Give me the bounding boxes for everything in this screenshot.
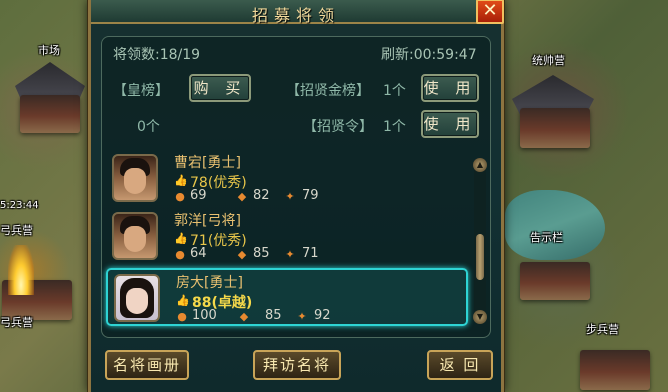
map-label-shield-camp[interactable]: 步兵营: [586, 321, 619, 337]
hero-stat-intellect: 85: [253, 246, 270, 261]
hero-card-selected[interactable]: 房大[勇士] 👍 88(卓越) ● 100 ◆ 85 ✦ 92: [106, 268, 468, 326]
hero-list-scrollbar[interactable]: ▲ ▼: [473, 158, 487, 324]
map-label-commander-camp[interactable]: 统帅营: [532, 52, 565, 68]
refresh-time: 00:59:47: [413, 47, 477, 63]
hero-list: 曹宕[勇士] 👍 78(优秀) ● 69 ◆ 82 ✦ 79 郭洋[弓将] 👍 …: [106, 150, 468, 326]
general-count: 将领数:18/19: [113, 44, 200, 64]
hero-stat-strength: 69: [190, 188, 207, 203]
refresh-timer: 刷新:00:59:47: [381, 44, 477, 64]
strength-icon: ●: [175, 248, 185, 261]
recruit-token-count: 1个: [383, 119, 406, 135]
hero-name: 郭洋[弓将]: [174, 213, 241, 229]
thumbs-up-icon: 👍: [176, 294, 190, 307]
map-label-timer: 5:23:44: [0, 200, 39, 211]
hero-portrait: [114, 274, 160, 322]
gold-list-count: 1个: [383, 83, 406, 99]
visit-general-button[interactable]: 拜访名将: [253, 350, 341, 380]
recruit-token-label: 【招贤令】: [303, 119, 373, 135]
hero-name: 房大[勇士]: [176, 275, 243, 291]
hero-stat-strength: 64: [190, 246, 207, 261]
hero-stat-command: 92: [314, 308, 331, 323]
buy-button[interactable]: 购 买: [189, 74, 251, 102]
strength-icon: ●: [177, 310, 187, 323]
use-gold-list-button[interactable]: 使 用: [421, 74, 479, 102]
intellect-icon: ◆: [237, 190, 247, 203]
close-button[interactable]: ✕: [476, 0, 504, 24]
hero-card[interactable]: 曹宕[勇士] 👍 78(优秀) ● 69 ◆ 82 ✦ 79: [106, 150, 468, 208]
hero-stat-command: 71: [302, 246, 319, 261]
scroll-down-arrow-icon[interactable]: ▼: [473, 310, 487, 324]
scroll-up-arrow-icon[interactable]: ▲: [473, 158, 487, 172]
market-building[interactable]: [20, 95, 80, 133]
command-icon: ✦: [285, 190, 295, 203]
hero-portrait: [112, 154, 158, 202]
dialog-title: 招募将领: [251, 6, 340, 25]
command-icon: ✦: [285, 248, 295, 261]
hero-stat-strength: 100: [192, 308, 217, 323]
map-label-notice-board[interactable]: 告示栏: [530, 229, 563, 245]
hero-stat-intellect: 82: [253, 188, 270, 203]
intellect-icon: ◆: [239, 310, 249, 323]
thumbs-up-icon: 👍: [174, 174, 188, 187]
hero-stat-command: 79: [302, 188, 319, 203]
scroll-thumb[interactable]: [476, 234, 484, 280]
thumbs-up-icon: 👍: [174, 232, 188, 245]
intellect-icon: ◆: [237, 248, 247, 261]
strength-icon: ●: [175, 190, 185, 203]
emperor-list-label: 【皇榜】: [113, 83, 169, 99]
emperor-list-count: 0个: [137, 119, 160, 135]
hero-card[interactable]: 郭洋[弓将] 👍 71(优秀) ● 64 ◆ 85 ✦ 71: [106, 208, 468, 266]
hut-building[interactable]: [580, 350, 650, 390]
map-label-market[interactable]: 市场: [38, 42, 60, 58]
hero-stat-intellect: 85: [265, 308, 282, 323]
barracks-building[interactable]: [520, 262, 590, 300]
map-label-archer-camp-1[interactable]: 弓兵营: [0, 222, 33, 238]
general-count-value: 18/19: [159, 47, 201, 63]
back-button[interactable]: 返 回: [427, 350, 493, 380]
command-icon: ✦: [297, 310, 307, 323]
commander-camp-building[interactable]: [520, 108, 590, 148]
general-count-label: 将领数:: [113, 47, 160, 63]
torch-fire-icon: [8, 245, 34, 295]
map-label-archer-camp-2[interactable]: 弓兵营: [0, 314, 33, 330]
river-decoration: [505, 190, 605, 260]
dialog-titlebar: 招募将领: [91, 0, 501, 25]
gold-list-label: 【招贤金榜】: [286, 83, 370, 99]
hero-portrait: [112, 212, 158, 260]
hero-name: 曹宕[勇士]: [174, 155, 241, 171]
general-gallery-button[interactable]: 名将画册: [105, 350, 189, 380]
use-recruit-token-button[interactable]: 使 用: [421, 110, 479, 138]
recruit-generals-dialog: 招募将领 ✕ 将领数:18/19 刷新:00:59:47 【皇榜】 购 买 0个…: [88, 0, 504, 392]
refresh-label: 刷新:: [381, 47, 414, 63]
